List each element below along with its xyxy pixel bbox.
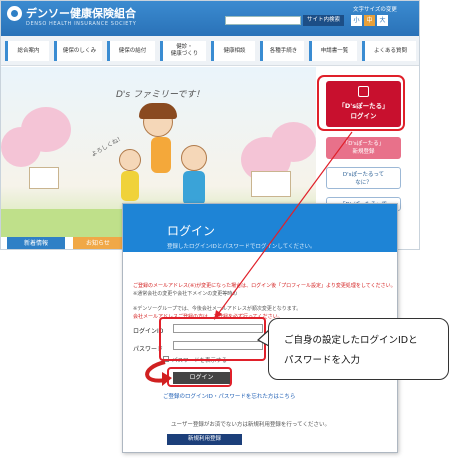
nav-item-health[interactable]: 健診・ 健康づくり: [160, 41, 206, 61]
logo-subtext: DENSO HEALTH INSURANCE SOCIETY: [26, 21, 137, 27]
logo-icon: [7, 6, 22, 21]
global-nav: 総合案内 健保のしくみ 健保の給付 健診・ 健康づくり 健康相談 各種手続き 申…: [1, 36, 419, 66]
new-register-button[interactable]: 新規利用登録: [167, 434, 242, 445]
father-figure: [181, 145, 207, 171]
font-size-label: 文字サイズの変更: [353, 7, 397, 13]
font-size-small-button[interactable]: 小: [351, 15, 362, 26]
nav-item-general[interactable]: 総合案内: [5, 41, 49, 61]
font-size-large-button[interactable]: 大: [377, 15, 388, 26]
sidebar-about-button[interactable]: D'sぽーたるって なに？: [326, 167, 401, 189]
instruction-callout: ご自身の設定したログインIDと パスワードを入力: [268, 318, 449, 380]
hero-banner-text: D's ファミリーです！: [116, 90, 205, 100]
callout-line-1: ご自身の設定したログインIDと: [284, 335, 418, 346]
register-note: ユーザー登録がお済でない方は新規利用登録を行ってください。: [171, 422, 330, 428]
notice-gray-2: ※デンソーグループでは、今後会社メールアドレスが順次変更となります。: [133, 306, 302, 312]
login-dialog-header: ログイン 登録したログインIDとパスワードでログインしてください。: [123, 204, 397, 252]
site-search-input[interactable]: [225, 16, 301, 25]
screenshot: デンソー健康保険組合 DENSO HEALTH INSURANCE SOCIET…: [0, 0, 453, 458]
site-search-button[interactable]: サイト内検索: [303, 15, 344, 26]
sidebar-register-button[interactable]: 「D'sぽーたる」 新規登録: [326, 137, 401, 159]
login-dialog-subtitle: 登録したログインIDとパスワードでログインしてください。: [167, 244, 316, 250]
mother-body: [151, 137, 171, 173]
nav-item-procedures[interactable]: 各種手続き: [260, 41, 304, 61]
tab-news[interactable]: 新着情報: [7, 237, 65, 249]
sidebar-login-highlight: [317, 75, 405, 131]
notice-red-1: ご登録のメールアドレス(※)が変更になった場合は、ログイン後「プロフィール設定」…: [133, 283, 396, 289]
login-button-highlight: [167, 367, 232, 387]
login-dialog-title: ログイン: [167, 224, 216, 238]
tree-shape: [271, 122, 316, 162]
house-shape: [29, 167, 59, 189]
forgot-credentials-link[interactable]: ご登録のログインID・パスワードを忘れた方はこちら: [163, 392, 295, 400]
nav-item-system[interactable]: 健保のしくみ: [54, 41, 102, 61]
tree-shape: [21, 107, 71, 152]
house-shape: [251, 171, 291, 197]
callout-line-2: パスワードを入力: [284, 355, 361, 366]
fields-highlight: [159, 317, 266, 361]
nav-item-benefits[interactable]: 健保の給付: [107, 41, 155, 61]
nav-item-forms[interactable]: 申請書一覧: [309, 41, 357, 61]
tab-notice[interactable]: お知らせ: [73, 237, 123, 249]
nav-item-faq[interactable]: よくある質問: [362, 41, 416, 61]
font-size-medium-button[interactable]: 中: [364, 15, 375, 26]
child-body: [121, 171, 139, 201]
notice-gray-1: ※通常会社の変更や会社下メインの変更等時の: [133, 291, 238, 297]
logo-text[interactable]: デンソー健康保険組合: [26, 5, 136, 21]
mother-hair: [139, 103, 177, 119]
child-figure: [119, 149, 141, 171]
site-header: デンソー健康保険組合 DENSO HEALTH INSURANCE SOCIET…: [1, 1, 419, 36]
father-body: [183, 171, 205, 205]
nav-item-consult[interactable]: 健康相談: [211, 41, 255, 61]
